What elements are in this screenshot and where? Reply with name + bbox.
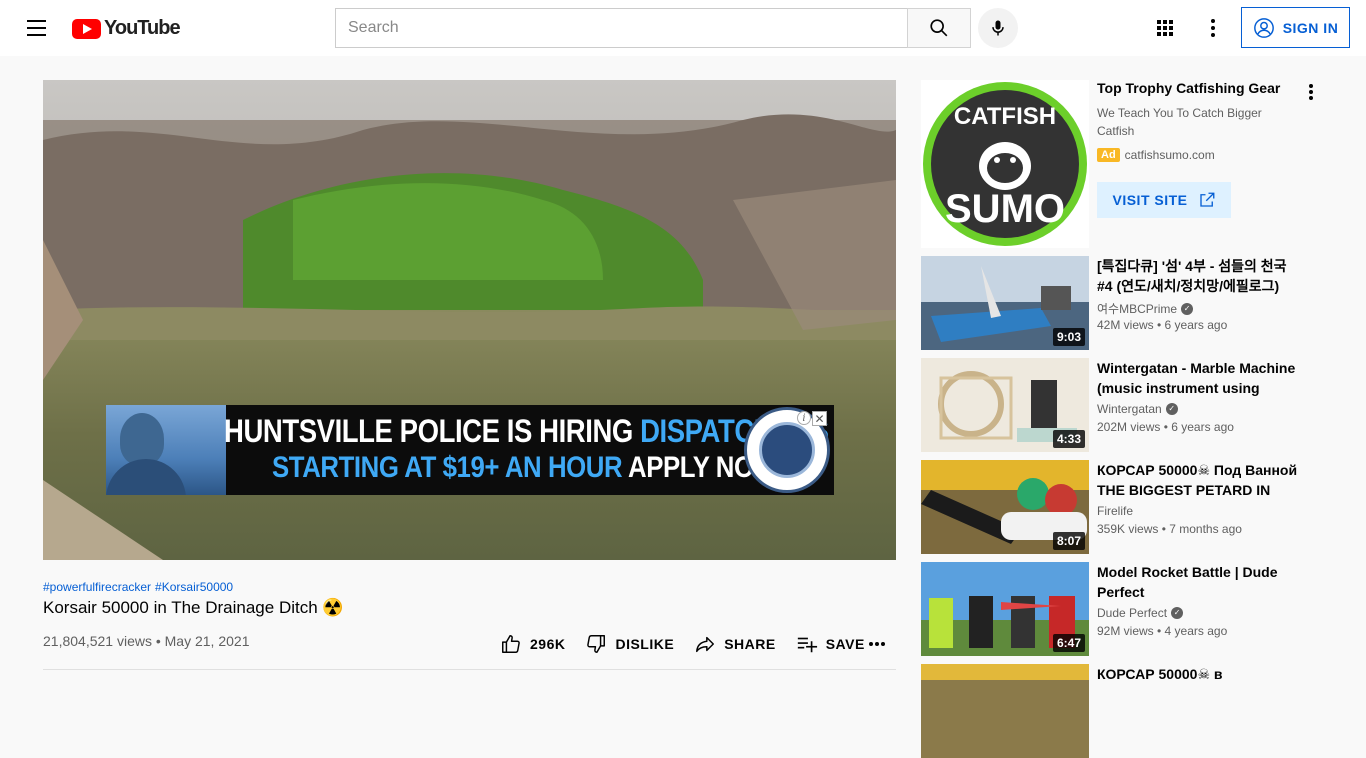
channel-name: Firelife — [1097, 504, 1134, 518]
hashtag-link[interactable]: #powerfulfirecracker — [43, 580, 151, 594]
menu-icon[interactable] — [16, 8, 56, 48]
video-meta: 92M views • 4 years ago — [1097, 624, 1228, 638]
video-meta: 202M views • 6 years ago — [1097, 420, 1234, 434]
video-player[interactable]: HUNTSVILLE POLICE IS HIRING DISPATCHERS … — [43, 80, 896, 560]
catfish-sumo-logo: CATFISH SUMO — [923, 82, 1087, 246]
ad-menu-button[interactable] — [1297, 80, 1325, 104]
verified-icon: ✓ — [1165, 403, 1178, 415]
video-title: Model Rocket Battle | Dude Perfect — [1097, 564, 1278, 600]
search-input[interactable] — [348, 19, 896, 37]
recommendation-item[interactable]: 4:33 Wintergatan - Marble Machine (music… — [921, 358, 1321, 452]
video-thumbnail: 4:33 — [921, 358, 1089, 452]
thumbs-up-icon — [502, 635, 520, 653]
ad-domain: catfishsumo.com — [1124, 148, 1215, 162]
youtube-play-icon — [72, 18, 101, 39]
video-thumbnail: 6:47 — [921, 562, 1089, 656]
sidebar-ad-thumbnail[interactable]: CATFISH SUMO — [921, 80, 1089, 248]
dislike-label: DISLIKE — [615, 636, 675, 652]
video-title: КОРСАР 50000☠ в — [1097, 666, 1223, 682]
like-count: 296K — [530, 636, 566, 652]
ad-dispatcher-photo — [106, 405, 226, 495]
verified-icon: ✓ — [1181, 302, 1194, 315]
share-button[interactable]: SHARE — [684, 626, 786, 662]
channel-name: Wintergatan ✓ — [1097, 402, 1178, 416]
thumbs-down-icon — [587, 635, 606, 653]
recommendation-item[interactable]: 8:07 КОРСАР 50000☠ Под Ванной THE BIGGES… — [921, 460, 1321, 554]
more-vertical-icon — [1211, 19, 1215, 37]
microphone-icon — [992, 20, 1004, 36]
channel-name: 여수MBCPrime ✓ — [1097, 300, 1194, 317]
logo-text: YouTube — [104, 17, 181, 39]
video-title: Wintergatan - Marble Machine (music inst… — [1097, 360, 1296, 396]
video-duration: 6:47 — [1052, 634, 1085, 652]
video-actions: 296K DISLIKE SHARE SAVE — [490, 626, 875, 662]
account-icon — [1253, 17, 1274, 38]
share-label: SHARE — [724, 636, 776, 652]
ad-line-1: HUNTSVILLE POLICE IS HIRING DISPATCHERS — [224, 413, 829, 449]
ad-line-2: STARTING AT $19+ AN HOUR APPLY NOW — [272, 451, 778, 484]
visit-site-button[interactable]: VISIT SITE — [1097, 182, 1231, 218]
visit-site-label: VISIT SITE — [1112, 192, 1188, 208]
search-icon — [930, 19, 948, 37]
video-thumbnail — [921, 664, 1089, 758]
video-title: КОРСАР 50000☠ Под Ванной THE BIGGEST PET… — [1097, 462, 1298, 498]
video-duration: 4:33 — [1052, 430, 1085, 448]
dislike-button[interactable]: DISLIKE — [575, 626, 684, 662]
verified-icon: ✓ — [1171, 607, 1184, 619]
video-title: Korsair 50000 in The Drainage Ditch ☢️ — [43, 598, 344, 617]
masthead: YouTube SIGN IN — [0, 0, 1366, 56]
logo-top-text: CATFISH — [954, 103, 1056, 130]
more-actions-button[interactable] — [860, 627, 894, 661]
video-meta: 42M views • 6 years ago — [1097, 318, 1228, 332]
sidebar-ad-description: We Teach You To Catch Bigger Catfish — [1097, 106, 1262, 138]
hashtags: #powerfulfirecracker #Korsair50000 — [43, 580, 233, 594]
video-duration: 9:03 — [1052, 328, 1085, 346]
sidebar-ad-url: Ad catfishsumo.com — [1097, 148, 1215, 162]
save-label: SAVE — [825, 636, 865, 652]
hashtag-link[interactable]: #Korsair50000 — [155, 580, 233, 594]
external-link-icon — [1199, 192, 1214, 207]
recommendation-item[interactable]: 6:47 Model Rocket Battle | Dude Perfect … — [921, 562, 1321, 656]
recommendation-item[interactable]: 9:03 [특집다큐] '섬' 4부 - 섬들의 천국 #4 (연도/새치/정치… — [921, 256, 1321, 350]
youtube-logo[interactable]: YouTube — [72, 17, 181, 40]
channel-name: Dude Perfect ✓ — [1097, 606, 1184, 620]
ad-info-icon[interactable]: i — [797, 411, 811, 425]
sidebar-ad-title[interactable]: Top Trophy Catfishing Gear — [1097, 80, 1280, 96]
ad-badge: Ad — [1097, 148, 1120, 162]
video-meta: 359K views • 7 months ago — [1097, 522, 1242, 536]
ad-close-button[interactable]: ✕ — [812, 411, 827, 426]
share-icon — [696, 636, 715, 653]
search-box — [335, 8, 908, 48]
playlist-add-icon — [797, 637, 817, 653]
video-thumbnail: 9:03 — [921, 256, 1089, 350]
like-button[interactable]: 296K — [490, 626, 575, 662]
video-thumbnail: 8:07 — [921, 460, 1089, 554]
recommendation-item[interactable]: КОРСАР 50000☠ в — [921, 664, 1321, 758]
sign-in-button[interactable]: SIGN IN — [1241, 7, 1350, 48]
voice-search-button[interactable] — [978, 8, 1018, 48]
logo-bottom-text: SUMO — [945, 187, 1065, 231]
view-count-date: 21,804,521 views • May 21, 2021 — [43, 633, 250, 649]
video-title: [특집다큐] '섬' 4부 - 섬들의 천국 #4 (연도/새치/정치망/에필로… — [1097, 258, 1287, 294]
settings-button[interactable] — [1193, 8, 1233, 48]
apps-grid-icon — [1157, 20, 1173, 36]
overlay-ad-banner[interactable]: HUNTSVILLE POLICE IS HIRING DISPATCHERS … — [106, 405, 834, 495]
search-button[interactable] — [907, 8, 971, 48]
more-horizontal-icon — [869, 642, 885, 646]
video-duration: 8:07 — [1052, 532, 1085, 550]
apps-button[interactable] — [1145, 8, 1185, 48]
divider — [43, 669, 896, 670]
sign-in-label: SIGN IN — [1282, 19, 1339, 36]
more-vertical-icon — [1309, 84, 1313, 100]
